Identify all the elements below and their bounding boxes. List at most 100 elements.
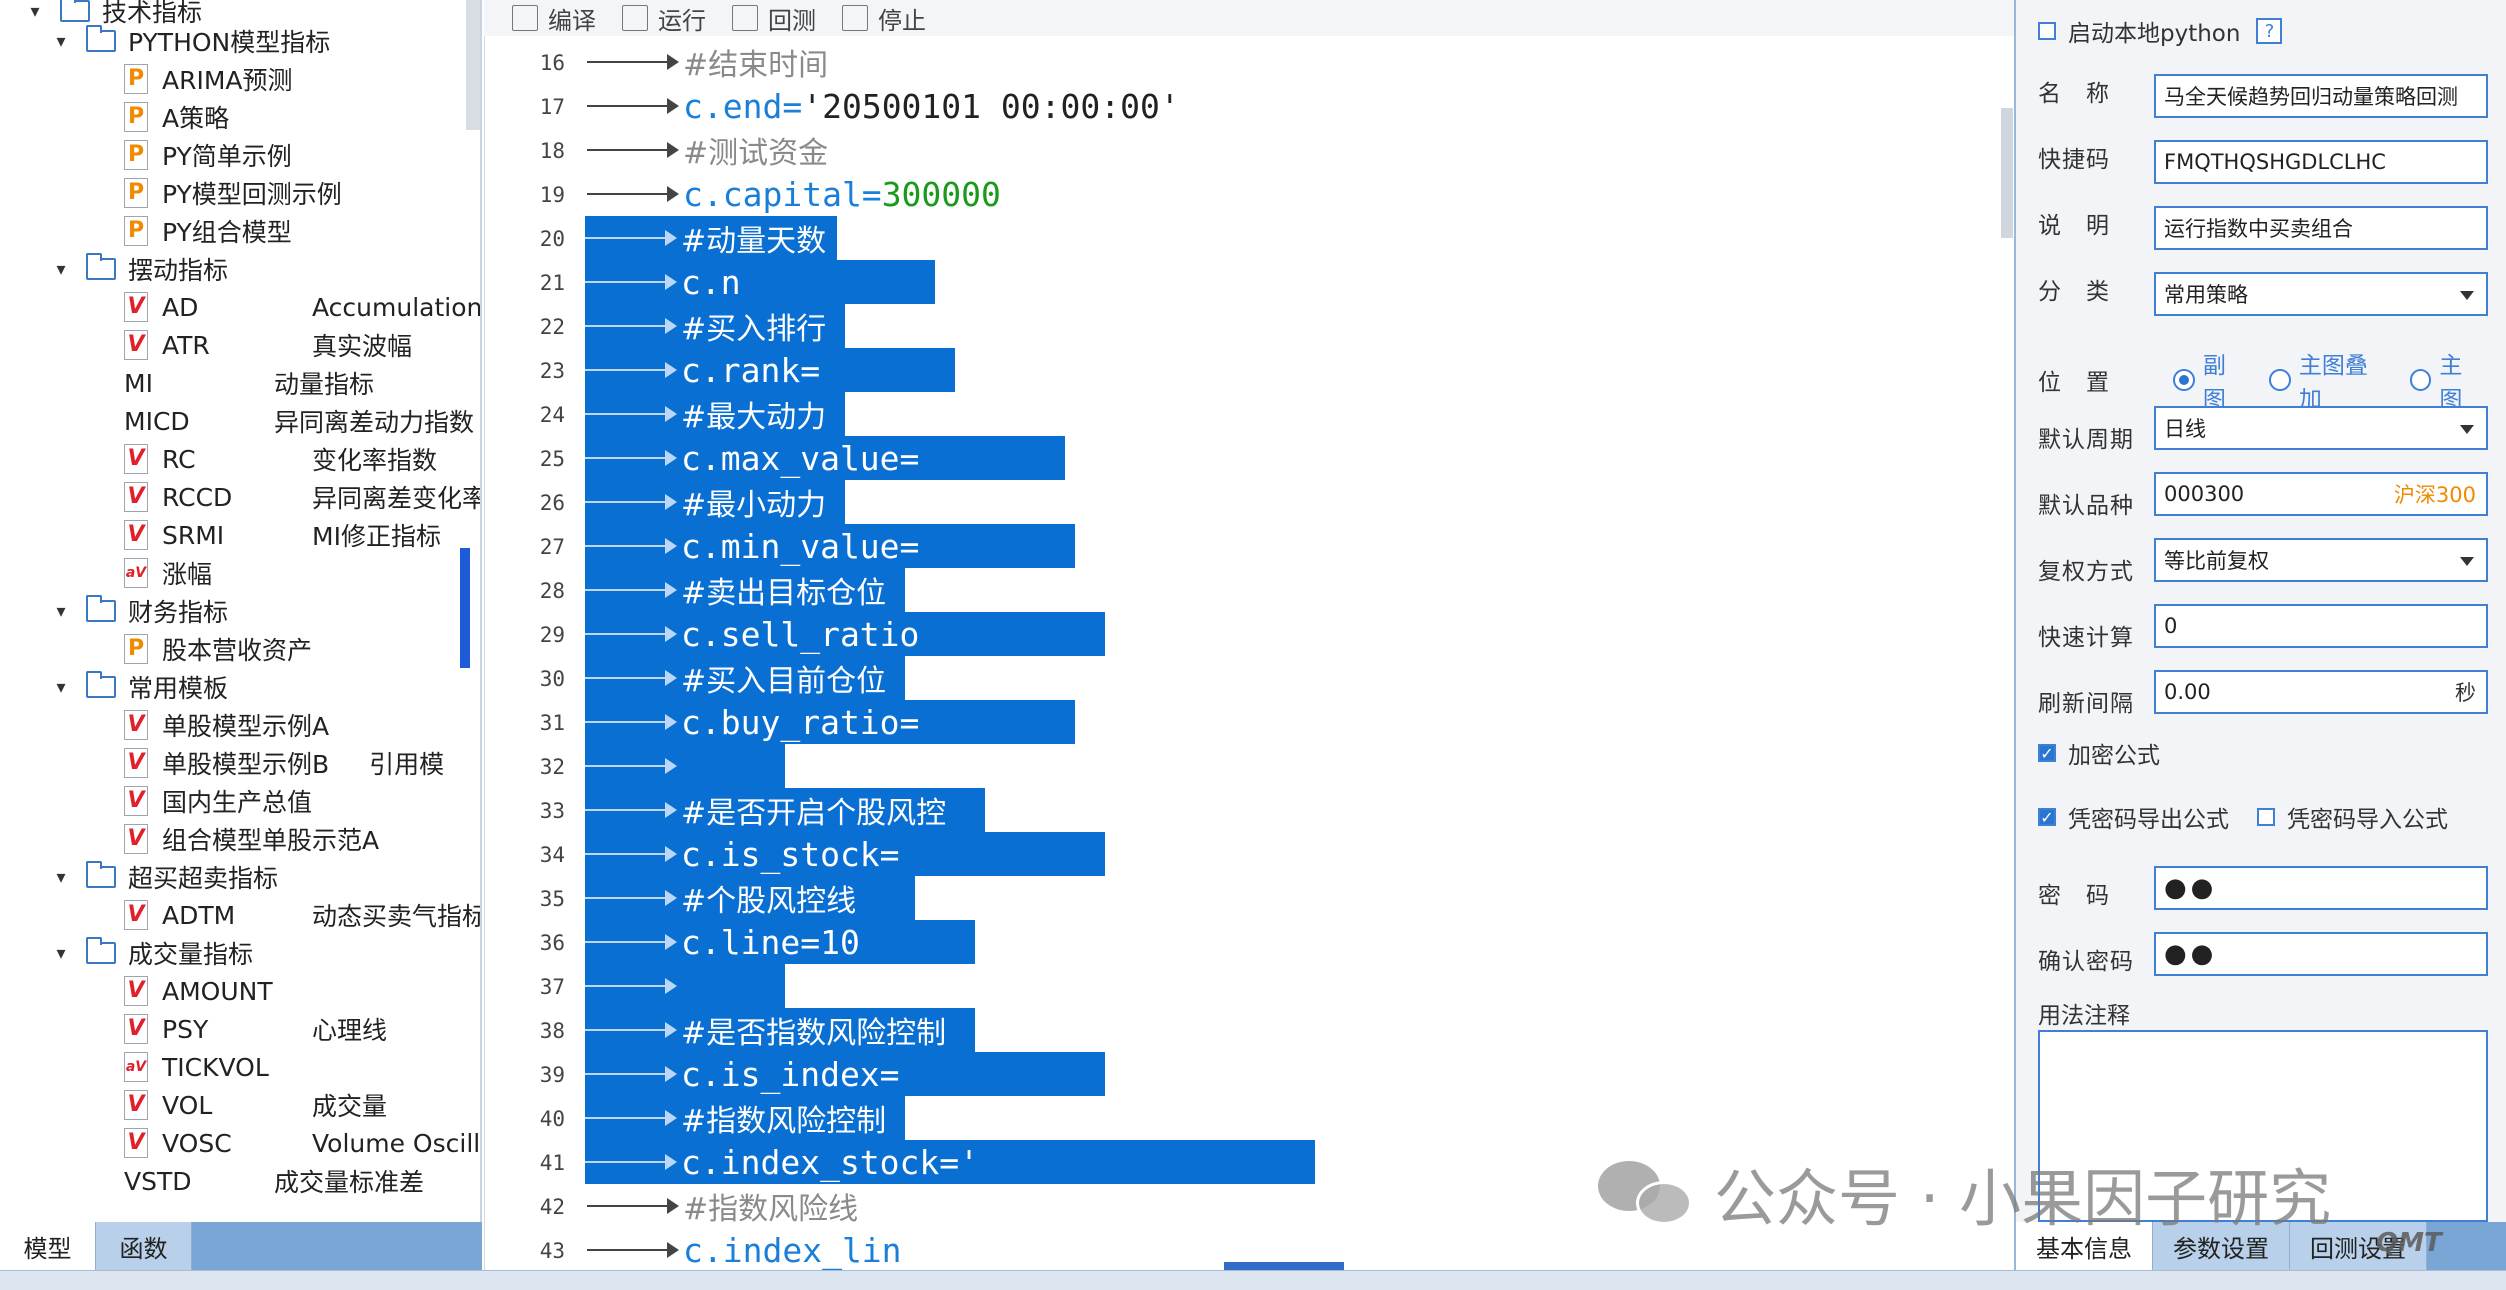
- code-line[interactable]: #卖出目标仓位: [585, 568, 905, 612]
- tab-function[interactable]: 函数: [96, 1222, 192, 1270]
- import-checkbox[interactable]: [2257, 808, 2275, 826]
- tree-item[interactable]: V 单股模型示例B 引用模: [124, 744, 444, 782]
- code-line[interactable]: #最小动力: [585, 480, 845, 524]
- local-python-checkbox[interactable]: [2038, 22, 2056, 40]
- code-line[interactable]: c.is_stock=: [585, 832, 1105, 876]
- quick-calc-label: 快速计算: [2038, 625, 2134, 651]
- confirm-password-input[interactable]: ●●: [2154, 932, 2488, 976]
- bottom-splitter-handle[interactable]: [1224, 1262, 1344, 1270]
- encrypt-checkbox[interactable]: ✓: [2038, 744, 2056, 763]
- code-line[interactable]: #指数风险线: [587, 1184, 860, 1228]
- refresh-input[interactable]: 0.00 秒: [2154, 670, 2488, 714]
- code-line[interactable]: #个股风控线: [585, 876, 915, 920]
- shortcut-input[interactable]: FMQTHQSHGDLCLHC: [2154, 140, 2488, 184]
- code-editor[interactable]: 16 17 18 19 20 21 22 23 24 25 26 27 28 29 30 31 32 33 34 35…: [484, 36, 2014, 1270]
- code-line[interactable]: #指数风险控制: [585, 1096, 905, 1140]
- left-splitter-handle[interactable]: [460, 548, 470, 668]
- position-radio-main[interactable]: [2409, 369, 2432, 391]
- backtest-button[interactable]: 回测: [732, 1, 816, 36]
- tree-item[interactable]: V SRMI MI修正指标: [124, 516, 441, 554]
- tree-item[interactable]: P PY模型回测示例: [124, 174, 342, 212]
- position-radio-sub[interactable]: [2173, 369, 2195, 391]
- code-line[interactable]: #最大动力: [585, 392, 845, 436]
- tree-folder[interactable]: ▾ PYTHON模型指标: [48, 22, 330, 60]
- tree-item[interactable]: VSTD 成交量标准差: [124, 1162, 424, 1200]
- code-line[interactable]: c.rank=: [585, 348, 955, 392]
- tree-item[interactable]: V 国内生产总值: [124, 782, 312, 820]
- code-line[interactable]: c.n: [585, 260, 935, 304]
- tree-folder[interactable]: ▾ 超买超卖指标: [48, 858, 278, 896]
- tree-item[interactable]: aV 涨幅: [124, 554, 272, 592]
- password-dots: ●●: [2164, 873, 2218, 903]
- tree-item[interactable]: P 股本营收资产: [124, 630, 312, 668]
- code-line[interactable]: #是否指数风险控制: [585, 1008, 975, 1052]
- tree-folder[interactable]: ▾ 常用模板: [48, 668, 228, 706]
- tree-item[interactable]: P PY组合模型: [124, 212, 292, 250]
- position-radio-overlay[interactable]: [2269, 369, 2291, 391]
- password-input[interactable]: ●●: [2154, 866, 2488, 910]
- code-line[interactable]: c.index_stock=': [585, 1140, 1315, 1184]
- code-line[interactable]: c.capital=300000: [587, 172, 1003, 216]
- chevron-down-icon[interactable]: ▾: [48, 677, 74, 698]
- help-icon[interactable]: ?: [2256, 18, 2283, 44]
- tree-item[interactable]: V AMOUNT: [124, 972, 273, 1010]
- code-line[interactable]: c.sell_ratio: [585, 612, 1105, 656]
- code-line[interactable]: c.line=10: [585, 920, 975, 964]
- editor-scrollbar[interactable]: [2001, 108, 2013, 238]
- stock-input[interactable]: 000300 沪深300: [2154, 472, 2488, 516]
- tree-folder[interactable]: ▾ 摆动指标: [48, 250, 228, 288]
- export-checkbox[interactable]: ✓: [2038, 808, 2056, 827]
- tree-item[interactable]: P A策略: [124, 98, 272, 136]
- tree-item[interactable]: V 组合模型单股示范A: [124, 820, 379, 858]
- code-line[interactable]: c.min_value=: [585, 524, 1075, 568]
- tree-item[interactable]: V ATR 真实波幅: [124, 326, 412, 364]
- tree-item[interactable]: V AD Accumulation or: [124, 288, 482, 326]
- tree-item[interactable]: V RC 变化率指数: [124, 440, 437, 478]
- code-line[interactable]: #动量天数: [585, 216, 837, 260]
- name-input[interactable]: 马全天候趋势回归动量策略回测: [2154, 74, 2488, 118]
- tree-item-desc: Accumulation or: [312, 292, 482, 322]
- code-line[interactable]: #买入排行: [585, 304, 845, 348]
- chevron-down-icon[interactable]: ▾: [48, 867, 74, 888]
- code-line[interactable]: c.buy_ratio=: [585, 700, 1075, 744]
- tree-item[interactable]: P ARIMA预测: [124, 60, 293, 98]
- chevron-down-icon[interactable]: ▾: [48, 259, 74, 280]
- category-label: 分 类: [2038, 279, 2110, 305]
- tree-item[interactable]: MI 动量指标: [124, 364, 374, 402]
- code-line[interactable]: c.is_index=: [585, 1052, 1105, 1096]
- code-line[interactable]: #买入目前仓位: [585, 656, 905, 700]
- tree-folder[interactable]: ▾ 财务指标: [48, 592, 228, 630]
- tree-item[interactable]: MICD 异同离差动力指数: [124, 402, 474, 440]
- code-line[interactable]: #是否开启个股风控: [585, 788, 985, 832]
- adjust-select[interactable]: 等比前复权: [2154, 538, 2488, 582]
- run-button[interactable]: 运行: [622, 1, 706, 36]
- quick-calc-input[interactable]: 0: [2154, 604, 2488, 648]
- code-line[interactable]: #测试资金: [587, 128, 830, 172]
- stop-button[interactable]: 停止: [842, 1, 926, 36]
- tree-item[interactable]: V VOSC Volume Oscilla: [124, 1124, 480, 1162]
- chevron-down-icon[interactable]: ▾: [22, 1, 48, 22]
- tree-item[interactable]: V RCCD 异同离差变化率: [124, 478, 480, 516]
- chevron-down-icon[interactable]: ▾: [48, 943, 74, 964]
- compile-button[interactable]: 编译: [512, 1, 596, 36]
- tree-item[interactable]: V PSY 心理线: [124, 1010, 387, 1048]
- tree-item[interactable]: V VOL 成交量: [124, 1086, 387, 1124]
- category-select[interactable]: 常用策略: [2154, 272, 2488, 316]
- tab-model[interactable]: 模型: [0, 1222, 96, 1270]
- code-line[interactable]: c.max_value=: [585, 436, 1065, 480]
- tree-item[interactable]: V ADTM 动态买卖气指标: [124, 896, 480, 934]
- tree-folder[interactable]: ▾ 成交量指标: [48, 934, 253, 972]
- code-line[interactable]: [585, 964, 785, 1008]
- tree-item[interactable]: aV TICKVOL: [124, 1048, 272, 1086]
- period-select[interactable]: 日线: [2154, 406, 2488, 450]
- code-line[interactable]: c.index_lin: [587, 1228, 904, 1270]
- code-line[interactable]: c.end='20500101 00:00:00': [587, 84, 1182, 128]
- tree-scrollbar[interactable]: [466, 0, 480, 130]
- desc-input[interactable]: 运行指数中买卖组合: [2154, 206, 2488, 250]
- code-line[interactable]: #结束时间: [587, 40, 830, 84]
- chevron-down-icon[interactable]: ▾: [48, 601, 74, 622]
- code-line[interactable]: [585, 744, 785, 788]
- chevron-down-icon[interactable]: ▾: [48, 31, 74, 52]
- tree-item[interactable]: V 单股模型示例A: [124, 706, 329, 744]
- tree-item[interactable]: P PY简单示例: [124, 136, 292, 174]
